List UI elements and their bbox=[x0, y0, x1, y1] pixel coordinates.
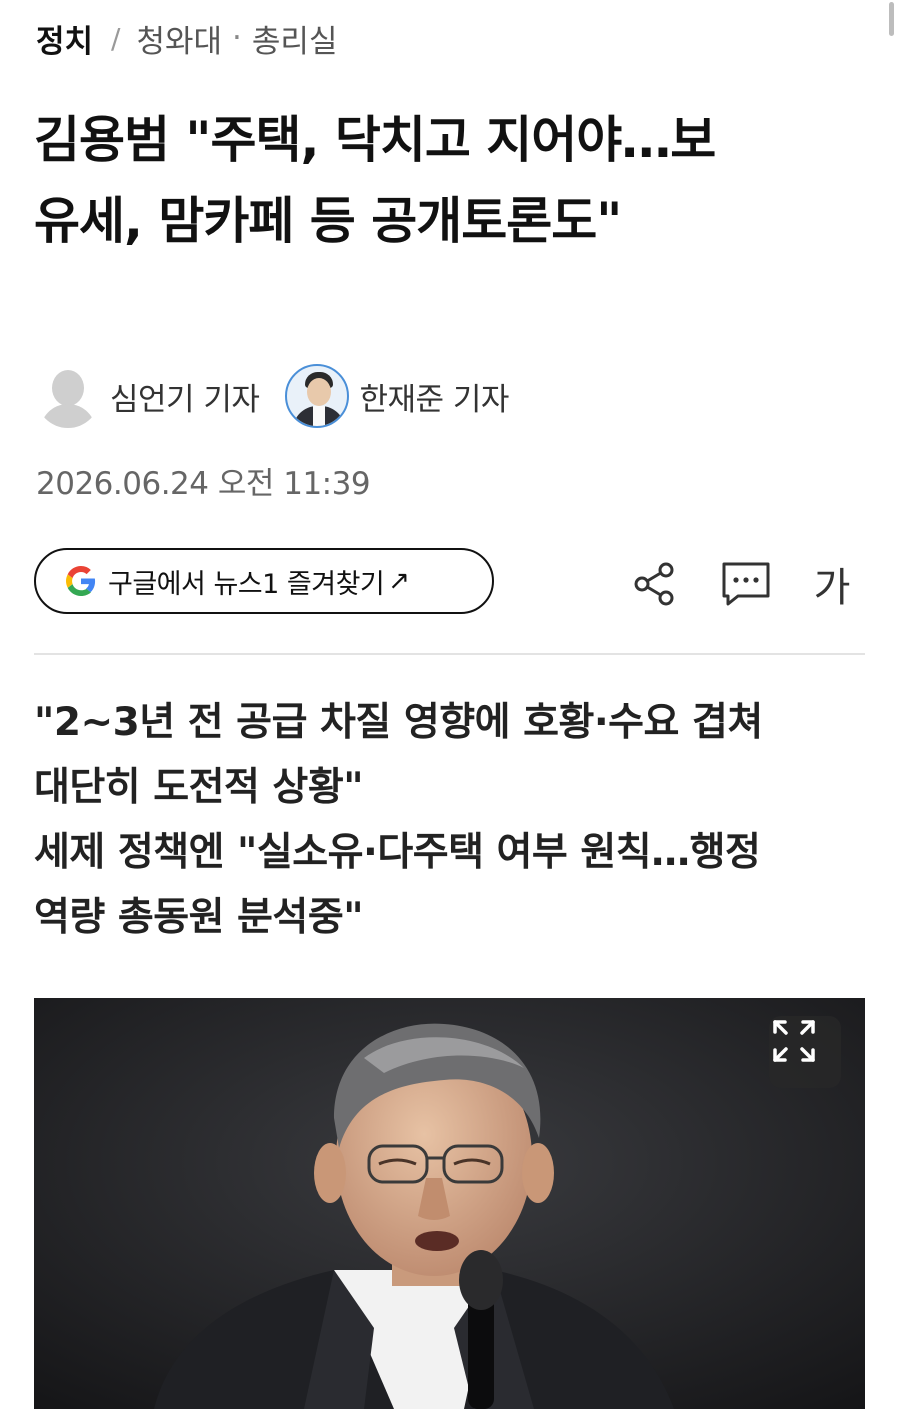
comment-button[interactable] bbox=[718, 556, 774, 612]
share-icon bbox=[634, 562, 674, 606]
photo-illustration bbox=[34, 998, 865, 1409]
publish-date: 2026.06.24 오전 11:39 bbox=[36, 466, 371, 502]
article-photo[interactable] bbox=[34, 998, 865, 1409]
reporter-item[interactable]: 한재준 기자 bbox=[285, 364, 509, 428]
subheadline-line: 대단히 도전적 상황" bbox=[34, 765, 364, 810]
breadcrumb-section[interactable]: 정치 bbox=[36, 16, 93, 61]
breadcrumb-dot: · bbox=[232, 20, 242, 56]
article-headline: 김용범 "주택, 닥치고 지어야…보 유세, 맘카페 등 공개토론도" bbox=[34, 100, 854, 262]
headline-line: 유세, 맘카페 등 공개토론도" bbox=[34, 192, 622, 250]
reporter-list: 심언기 기자 한재준 기자 bbox=[36, 360, 535, 432]
reporter-name: 한재준 기자 bbox=[359, 381, 509, 418]
google-favorite-button[interactable]: 구글에서 뉴스1 즐겨찾기 ↗ bbox=[34, 548, 494, 614]
google-icon bbox=[66, 566, 96, 596]
subheadline-line: 역량 총동원 분석중" bbox=[34, 895, 364, 940]
reporter-name: 심언기 기자 bbox=[110, 381, 260, 418]
arrow-up-right-icon: ↗ bbox=[388, 566, 411, 596]
font-size-button[interactable]: 가 bbox=[804, 556, 860, 612]
comment-icon bbox=[722, 562, 770, 606]
expand-icon bbox=[773, 1020, 815, 1062]
breadcrumb: 정치 / 청와대 · 총리실 bbox=[36, 16, 338, 61]
breadcrumb-sub-cheongwadae[interactable]: 청와대 bbox=[136, 16, 222, 61]
article-subheadline: "2~3년 전 공급 차질 영향에 호황·수요 겹쳐 대단히 도전적 상황" 세… bbox=[34, 690, 864, 950]
expand-photo-button[interactable] bbox=[769, 1016, 841, 1088]
headline-line: 김용범 "주택, 닥치고 지어야…보 bbox=[34, 111, 716, 169]
breadcrumb-sub-pm-office[interactable]: 총리실 bbox=[252, 16, 338, 61]
default-avatar-icon bbox=[36, 364, 100, 428]
subheadline-line: "2~3년 전 공급 차질 영향에 호황·수요 겹쳐 bbox=[34, 700, 763, 745]
subheadline-line: 세제 정책엔 "실소유·다주택 여부 원칙…행정 bbox=[34, 830, 761, 875]
reporter-avatar bbox=[285, 364, 350, 428]
share-button[interactable] bbox=[626, 556, 682, 612]
section-divider bbox=[34, 653, 865, 655]
scrollbar[interactable] bbox=[889, 2, 894, 36]
google-favorite-label: 구글에서 뉴스1 즐겨찾기 bbox=[108, 568, 385, 600]
reporter-item[interactable]: 심언기 기자 bbox=[36, 364, 260, 428]
breadcrumb-separator: / bbox=[111, 21, 121, 55]
